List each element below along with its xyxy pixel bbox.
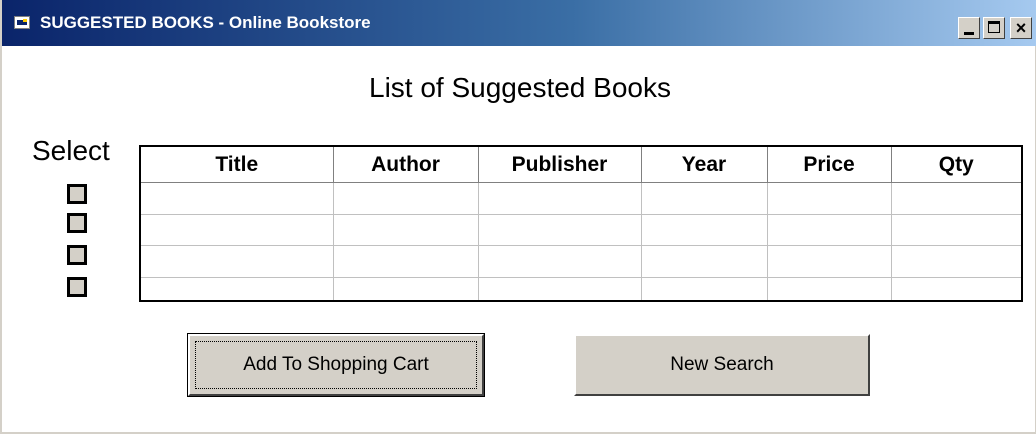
maximize-icon [988,21,1000,33]
table-cell[interactable] [640,276,768,302]
table-cell[interactable] [477,245,642,278]
minimize-icon [964,32,974,35]
column-header-qty[interactable]: Qty [890,145,1023,183]
table-cell[interactable] [332,245,479,278]
table-cell[interactable] [332,213,479,247]
table-row[interactable] [139,245,1023,278]
select-checkbox-2[interactable] [67,213,87,233]
column-header-title[interactable]: Title [139,145,334,183]
new-search-label: New Search [670,354,774,375]
table-row[interactable] [139,182,1023,215]
table-cell[interactable] [640,182,768,215]
select-checkbox-4[interactable] [67,277,87,297]
table-cell[interactable] [477,182,642,215]
table-cell[interactable] [477,276,642,302]
focus-ring [195,341,477,389]
table-cell[interactable] [139,245,334,278]
column-header-price[interactable]: Price [766,145,892,183]
table-cell[interactable] [640,245,768,278]
table-cell[interactable] [332,276,479,302]
grid-header-row: Title Author Publisher Year Price Qty [139,145,1023,183]
table-cell[interactable] [332,182,479,215]
table-cell[interactable] [766,245,892,278]
table-cell[interactable] [139,182,334,215]
title-bar[interactable]: SUGGESTED BOOKS - Online Bookstore × [2,0,1036,46]
window-title: SUGGESTED BOOKS - Online Bookstore [40,13,371,32]
app-window: SUGGESTED BOOKS - Online Bookstore × Lis… [0,0,1036,434]
table-cell[interactable] [640,213,768,247]
table-cell[interactable] [139,213,334,247]
column-header-year[interactable]: Year [640,145,768,183]
table-cell[interactable] [139,276,334,302]
table-cell[interactable] [890,276,1023,302]
app-icon[interactable] [14,16,30,29]
new-search-button[interactable]: New Search [574,334,870,396]
page-heading: List of Suggested Books [369,72,671,103]
books-grid[interactable]: Title Author Publisher Year Price Qty [139,145,1023,302]
minimize-button[interactable] [958,17,980,39]
select-checkbox-3[interactable] [67,245,87,265]
table-cell[interactable] [477,213,642,247]
select-label: Select [32,135,110,166]
column-header-publisher[interactable]: Publisher [477,145,642,183]
close-button[interactable]: × [1010,17,1032,39]
table-cell[interactable] [766,276,892,302]
table-cell[interactable] [890,245,1023,278]
maximize-button[interactable] [983,17,1005,39]
column-header-author[interactable]: Author [332,145,479,183]
table-cell[interactable] [890,182,1023,215]
table-cell[interactable] [766,182,892,215]
add-to-cart-button[interactable]: Add To Shopping Cart [187,333,485,397]
table-cell[interactable] [890,213,1023,247]
close-icon: × [1015,18,1027,38]
select-checkbox-1[interactable] [67,184,87,204]
table-cell[interactable] [766,213,892,247]
table-row[interactable] [139,213,1023,247]
table-row[interactable] [139,276,1023,302]
